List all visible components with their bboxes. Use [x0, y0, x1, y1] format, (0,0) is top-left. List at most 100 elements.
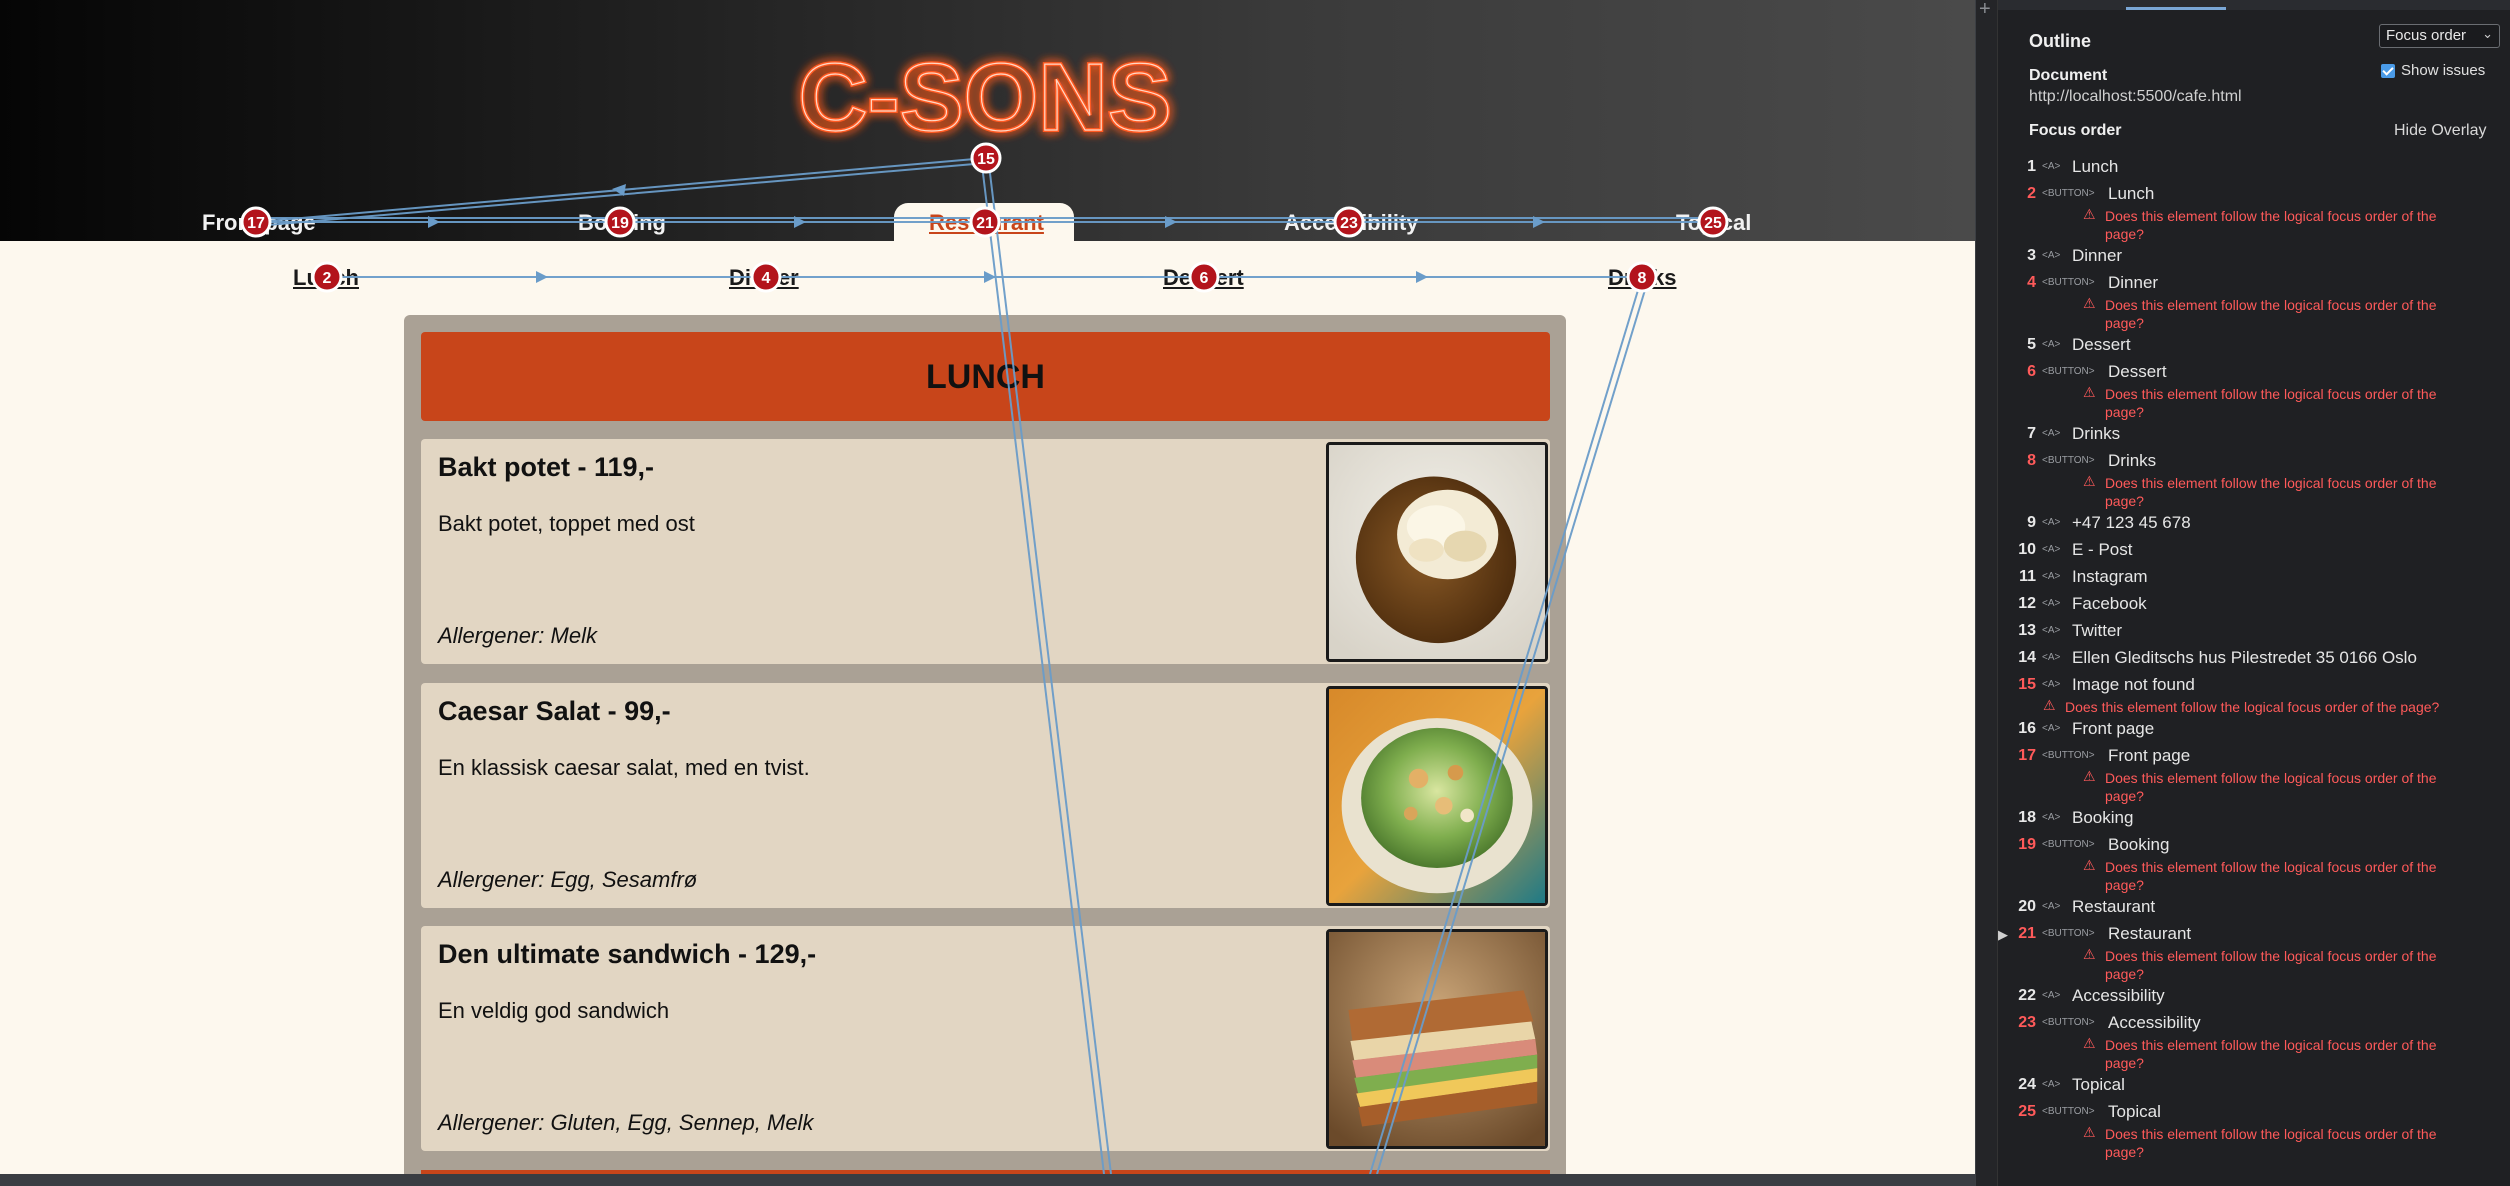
bottom-status-strip	[0, 1174, 1975, 1186]
focus-order-row[interactable]: 9 <A> +47 123 45 678	[1998, 513, 2510, 541]
menu-item-allergens: Allergener: Gluten, Egg, Sennep, Melk	[438, 1110, 814, 1135]
focus-order-row[interactable]: 20 <A> Restaurant	[1998, 897, 2510, 925]
element-tag: <A>	[2042, 990, 2061, 1001]
element-name: Front page	[2108, 746, 2191, 765]
element-tag: <A>	[2042, 250, 2061, 261]
issue-message-cont: page?	[2105, 1055, 2144, 1071]
element-tag: <A>	[2042, 428, 2061, 439]
focus-order-row[interactable]: 14 <A> Ellen Gleditschs hus Pilestredet 35…	[1998, 648, 2510, 676]
element-name: +47 123 45 678	[2072, 513, 2191, 532]
warning-icon: ⚠	[2083, 768, 2096, 784]
issue-message-cont: page?	[2105, 493, 2144, 509]
element-name: Drinks	[2072, 424, 2121, 443]
focus-order-number: 1	[2027, 158, 2036, 175]
baked-potato-photo	[1326, 442, 1548, 662]
focus-order-row[interactable]: 11 <A> Instagram	[1998, 567, 2510, 595]
subnav-dinner[interactable]: Dinner	[729, 265, 799, 291]
element-tag: <BUTTON>	[2042, 455, 2095, 466]
focus-order-row[interactable]: 7 <A> Drinks	[1998, 424, 2510, 452]
menu-header: LUNCH	[421, 332, 1550, 421]
element-tag: <BUTTON>	[2042, 839, 2095, 850]
nav-front-page[interactable]: Front page	[202, 210, 316, 236]
nav-restaurant[interactable]: Restaurant	[929, 210, 1044, 236]
focus-order-number: 23	[2018, 1014, 2036, 1031]
show-issues-checkbox[interactable]	[2381, 64, 2395, 78]
focus-order-number: 10	[2018, 541, 2036, 558]
element-name: Lunch	[2108, 184, 2155, 203]
document-url: http://localhost:5500/cafe.html	[2029, 88, 2242, 105]
element-tag: <BUTTON>	[2042, 1017, 2095, 1028]
subnav-dessert[interactable]: Dessert	[1163, 265, 1244, 291]
hide-overlay-button[interactable]: Hide Overlay	[2394, 122, 2486, 140]
logo-text-inner: C-SONS	[798, 44, 1171, 151]
focus-order-row[interactable]: 16 <A> Front page	[1998, 719, 2510, 747]
focus-order-row[interactable]: 22 <A> Accessibility	[1998, 986, 2510, 1014]
issue-message-cont: page?	[2105, 966, 2144, 982]
menu-title: LUNCH	[926, 358, 1045, 396]
element-tag: <BUTTON>	[2042, 928, 2095, 939]
warning-icon: ⚠	[2083, 295, 2096, 311]
element-tag: <BUTTON>	[2042, 1106, 2095, 1117]
element-name: Booking	[2072, 808, 2134, 827]
element-name: Dinner	[2072, 246, 2123, 265]
focus-order-row[interactable]: 12 <A> Facebook	[1998, 594, 2510, 622]
focus-order-number: 12	[2018, 595, 2036, 612]
hero-header: C-SONS C-SONS Front page Booking Restaur…	[0, 0, 1975, 241]
menu-item-title: Caesar Salat - 99,-	[438, 696, 671, 726]
menu-item-title: Den ultimate sandwich - 129,-	[438, 939, 817, 969]
subnav-drinks[interactable]: Drinks	[1608, 265, 1676, 291]
issue-message: Does this element follow the logical foc…	[2105, 208, 2437, 224]
focus-order-number: 18	[2018, 809, 2036, 826]
warning-icon: ⚠	[2043, 697, 2056, 713]
issue-message-cont: page?	[2105, 315, 2144, 331]
focus-order-row[interactable]: 10 <A> E - Post	[1998, 540, 2510, 568]
focus-order-row[interactable]: 13 <A> Twitter	[1998, 621, 2510, 649]
panel-title: Outline	[2029, 31, 2091, 51]
menu-item-description: En klassisk caesar salat, med en tvist.	[438, 755, 810, 780]
focus-order-number: 21	[2018, 925, 2036, 942]
focus-order-number: 5	[2027, 336, 2036, 353]
element-name: Topical	[2108, 1102, 2161, 1121]
element-tag: <A>	[2042, 339, 2061, 350]
focus-order-row[interactable]: 1 <A> Lunch	[1998, 157, 2510, 185]
focus-order-number: 3	[2027, 247, 2036, 264]
menu-item-card: Caesar Salat - 99,- En klassisk caesar s…	[421, 683, 1550, 908]
menu-item-card: Den ultimate sandwich - 129,- En veldig …	[421, 926, 1550, 1151]
focus-order-row[interactable]: 24 <A> Topical	[1998, 1075, 2510, 1103]
focus-order-label: Focus order	[2029, 122, 2122, 139]
element-name: Accessibility	[2108, 1013, 2201, 1032]
focus-order-row[interactable]: 5 <A> Dessert	[1998, 335, 2510, 363]
element-name: Restaurant	[2108, 924, 2192, 943]
element-name: Drinks	[2108, 451, 2157, 470]
issue-message: Does this element follow the logical foc…	[2105, 1126, 2437, 1142]
plus-icon[interactable]: +	[1979, 0, 1991, 21]
element-name: Ellen Gleditschs hus Pilestredet 35 0166…	[2072, 648, 2417, 667]
warning-icon: ⚠	[2083, 1035, 2096, 1051]
menu-item-allergens: Allergener: Egg, Sesamfrø	[438, 867, 698, 892]
neon-logo[interactable]: C-SONS C-SONS	[755, 42, 1215, 152]
nav-topical[interactable]: Topical	[1676, 210, 1751, 236]
element-name: Front page	[2072, 719, 2155, 738]
issue-message: Does this element follow the logical foc…	[2105, 859, 2437, 875]
caesar-salad-photo	[1326, 686, 1548, 906]
element-tag: <A>	[2042, 544, 2061, 555]
warning-icon: ⚠	[2083, 206, 2096, 222]
expand-arrow-icon[interactable]: ▶	[1998, 927, 2008, 943]
focus-order-row[interactable]: 18 <A> Booking	[1998, 808, 2510, 836]
element-tag: <A>	[2042, 571, 2061, 582]
element-name: Dessert	[2108, 362, 2167, 381]
focus-order-number: 9	[2027, 514, 2036, 531]
focus-order-row[interactable]: 3 <A> Dinner	[1998, 246, 2510, 274]
show-issues-label[interactable]: Show issues	[2401, 62, 2485, 79]
nav-accessibility[interactable]: Accessibility	[1284, 210, 1419, 236]
devtools-gutter: +	[1976, 0, 1998, 1186]
focus-order-number: 7	[2027, 425, 2036, 442]
nav-booking[interactable]: Booking	[578, 210, 666, 236]
element-tag: <A>	[2042, 679, 2061, 690]
element-tag: <BUTTON>	[2042, 750, 2095, 761]
focus-order-number: 6	[2027, 363, 2036, 380]
web-page: C-SONS C-SONS Front page Booking Restaur…	[0, 0, 1975, 1174]
subnav-lunch[interactable]: Lunch	[293, 265, 359, 291]
mode-select[interactable]: Focus order ⌄	[2379, 24, 2500, 48]
sandwich-photo	[1326, 929, 1548, 1149]
